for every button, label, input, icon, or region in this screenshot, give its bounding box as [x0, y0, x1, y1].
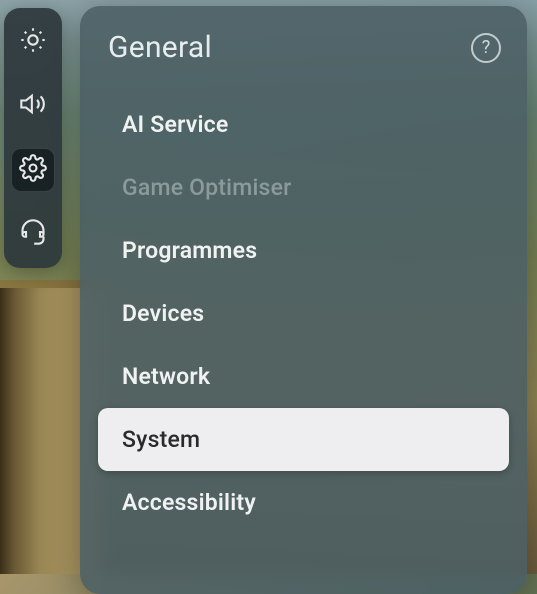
menu-item-devices[interactable]: Devices: [98, 282, 509, 345]
sidebar-item-support[interactable]: [11, 212, 55, 256]
sidebar-item-picture[interactable]: [11, 20, 55, 64]
menu-item-ai-service[interactable]: AI Service: [98, 93, 509, 156]
help-button[interactable]: ?: [471, 33, 501, 63]
general-settings-panel: General ? AI Service Game Optimiser Prog…: [80, 6, 527, 594]
sidebar-item-sound[interactable]: [11, 84, 55, 128]
brightness-icon: [19, 26, 47, 58]
menu-item-programmes[interactable]: Programmes: [98, 219, 509, 282]
menu-item-accessibility[interactable]: Accessibility: [98, 471, 509, 534]
menu-item-network[interactable]: Network: [98, 345, 509, 408]
sidebar-item-general[interactable]: [11, 148, 55, 192]
menu-list: AI Service Game Optimiser Programmes Dev…: [80, 93, 527, 534]
speaker-icon: [19, 90, 47, 122]
panel-title: General: [108, 30, 212, 65]
settings-sidebar: [4, 8, 62, 268]
help-icon: ?: [482, 37, 491, 58]
menu-item-system[interactable]: System: [98, 408, 509, 471]
menu-item-game-optimiser: Game Optimiser: [98, 156, 509, 219]
gear-icon: [19, 154, 47, 186]
headset-icon: [19, 218, 47, 250]
panel-header: General ?: [80, 30, 527, 93]
